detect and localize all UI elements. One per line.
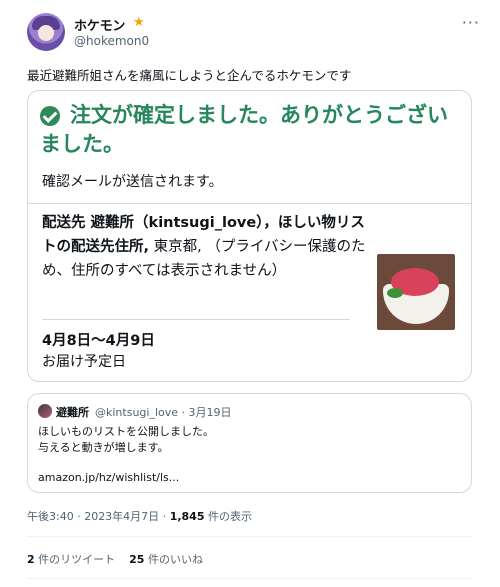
like-stat[interactable]: 25 件のいいね (129, 553, 203, 566)
divider (27, 578, 472, 579)
tweet-text: 最近避難所姐さんを痛風にしようと企んでるホケモンです (27, 68, 352, 83)
quote-avatar (38, 404, 52, 418)
timestamp-text[interactable]: 午後3:40 · 2023年4月7日 · (27, 510, 170, 523)
view-count: 1,845 (169, 510, 205, 523)
quote-handle: @kintsugi_love (95, 406, 179, 419)
quote-date: 3月19日 (188, 406, 232, 419)
engagement-stats: 2 件のリツイート 25 件のいいね (27, 551, 203, 567)
delivery-label: お届け予定日 (42, 354, 126, 370)
quote-link[interactable]: amazon.jp/hz/wishlist/ls... (38, 471, 179, 484)
view-label: 件の表示 (204, 510, 252, 523)
quote-text-line: 与えると動きが増します。 (38, 441, 169, 454)
delivery-dates: 4月8日〜4月9日 (42, 333, 155, 349)
product-image (377, 254, 455, 330)
like-count: 25 (129, 553, 145, 566)
tweet-header: ホケモン ★ @hokemon0 ··· (27, 13, 482, 55)
quoted-tweet[interactable]: 避難所 @kintsugi_love · 3月19日 ほしいものリストを公開しま… (27, 393, 472, 493)
retweet-count: 2 (27, 553, 35, 566)
quote-text-line: ほしいものリストを公開しました。 (38, 425, 214, 438)
user-handle[interactable]: @hokemon0 (74, 34, 149, 48)
quote-user-name: 避難所 (56, 406, 89, 419)
confirmation-title: 注文が確定しました。ありがとうございました。 (40, 103, 448, 156)
order-confirmation-image[interactable]: 注文が確定しました。ありがとうございました。 確認メールが送信されます。 配送先… (27, 90, 472, 382)
retweet-stat[interactable]: 2 件のリツイート (27, 553, 115, 566)
avatar-face (38, 25, 54, 41)
user-name[interactable]: ホケモン (74, 15, 125, 34)
avatar[interactable] (27, 13, 65, 51)
inner-divider (42, 319, 350, 320)
retweet-label: 件のリツイート (34, 553, 116, 566)
shipping-address: 配送先 避難所（kintsugi_love），ほしい物リストの配送先住所, 東京… (42, 211, 377, 283)
herb-shape (387, 288, 403, 298)
more-options-icon[interactable]: ··· (462, 13, 480, 32)
tweet-timestamp: 午後3:40 · 2023年4月7日 · 1,845 件の表示 (27, 508, 252, 524)
like-label: 件のいいね (144, 553, 203, 566)
star-badge-icon: ★ (133, 15, 145, 30)
quote-meta: @kintsugi_love · 3月19日 (95, 406, 232, 419)
confirmation-subtitle: 確認メールが送信されます。 (42, 174, 223, 190)
divider (27, 536, 472, 537)
card-divider (28, 203, 471, 204)
